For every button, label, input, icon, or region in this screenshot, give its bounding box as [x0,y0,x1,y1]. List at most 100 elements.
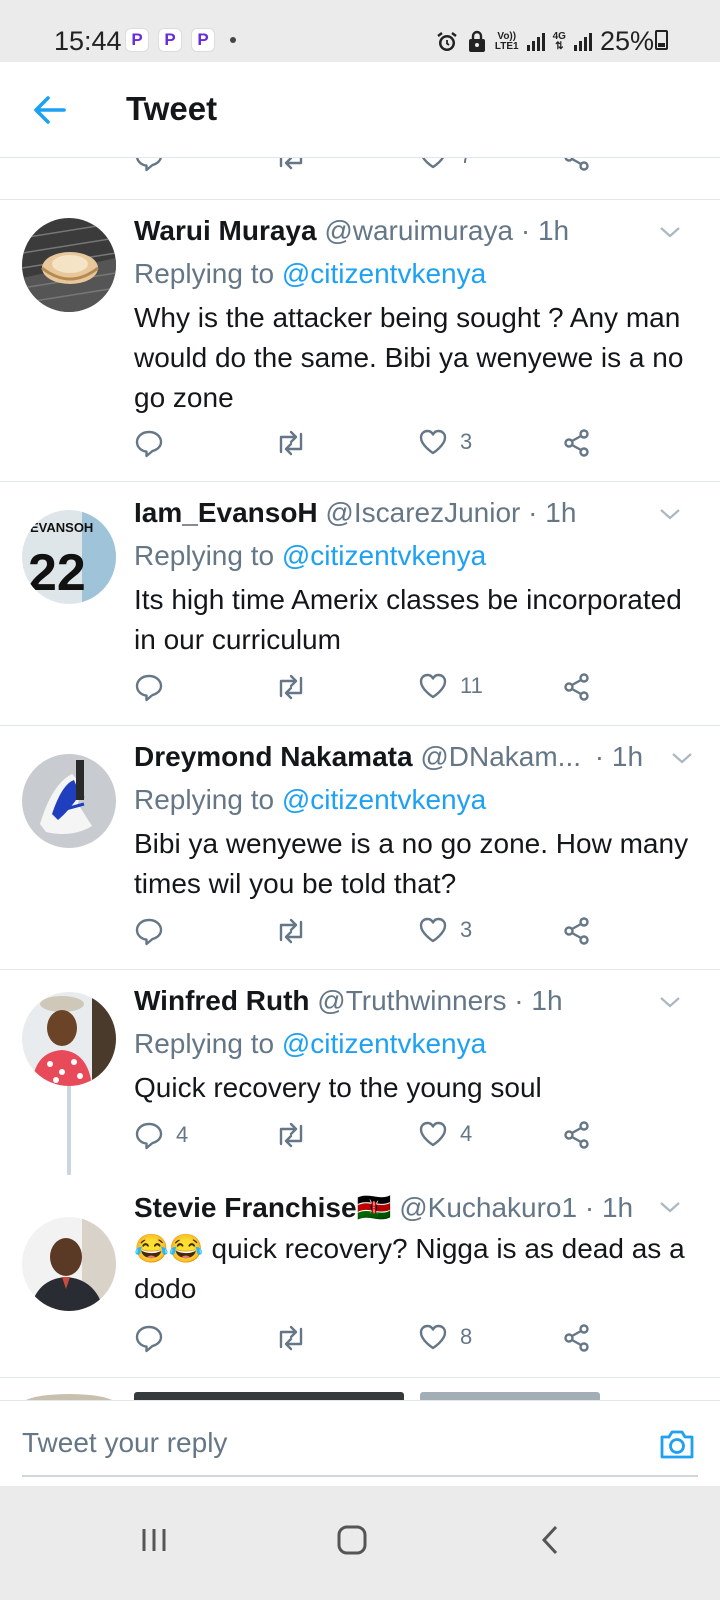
share-icon [564,1324,589,1352]
chevron-down-icon[interactable] [658,224,682,240]
mention-link[interactable]: @citizentvkenya [282,258,486,289]
avatar[interactable] [22,1217,116,1311]
reply-button[interactable]: 4 [134,1120,188,1150]
reply-button[interactable] [134,1323,176,1353]
status-time: 15:44 [54,26,122,56]
retweet-button[interactable] [274,1120,308,1150]
avatar[interactable]: EVANSOH 22 [22,510,116,604]
share-button[interactable] [562,428,592,458]
retweet-icon [279,430,303,456]
tweet-header: Warui Muraya @waruimuraya · 1h [134,215,570,246]
reply-tweet[interactable]: Dreymond Nakamata @DNakam... · 1h Replyi… [0,726,720,970]
tweet-body: Warui Muraya @waruimuraya · 1h Replying … [134,214,690,418]
retweet-icon [279,674,303,700]
share-icon [564,429,589,457]
display-name[interactable]: Stevie Franchise [134,1192,357,1223]
share-icon [564,673,589,701]
retweet-button[interactable] [274,428,308,458]
reply-button[interactable] [134,428,176,458]
page-title: Tweet [126,90,218,127]
like-button[interactable]: 3 [418,428,472,456]
avatar[interactable] [22,754,116,848]
heart-icon [419,429,447,455]
reply-icon [135,1122,163,1150]
arrow-left-icon[interactable] [30,92,70,128]
reply-tweet[interactable]: EVANSOH 22 Iam_EvansoH @IscarezJunior · … [0,482,720,726]
mention-link[interactable]: @citizentvkenya [282,784,486,815]
display-name[interactable]: Iam_EvansoH [134,497,318,528]
mention-link[interactable]: @citizentvkenya [282,1028,486,1059]
reply-tweet[interactable]: Stevie Franchise🇰🇪 @Kuchakuro1 · 1h 😂😂 q… [0,1175,720,1378]
mention-link[interactable]: @citizentvkenya [282,540,486,571]
display-name[interactable]: Warui Muraya [134,215,317,246]
user-handle[interactable]: @DNakam... [420,741,581,772]
back-chevron-icon [541,1525,558,1555]
retweet-button[interactable] [274,916,308,946]
avatar[interactable] [22,992,116,1086]
home-icon [337,1525,367,1555]
camera-icon[interactable] [658,1427,696,1461]
like-button[interactable]: 8 [418,1323,472,1351]
reply-composer [0,1400,720,1486]
retweet-icon [279,1122,303,1148]
tweet-body: Iam_EvansoH @IscarezJunior · 1h Replying… [134,496,690,660]
chevron-down-icon[interactable] [658,506,682,522]
tweet-time: 1h [531,985,563,1016]
reply-icon [136,158,162,172]
reply-tweet[interactable]: Winfred Ruth @Truthwinners · 1h Replying… [0,970,720,1180]
share-button[interactable] [562,1323,592,1353]
volte-indicator: Vo)) LTE1 [494,30,519,52]
display-name[interactable]: Winfred Ruth [134,985,310,1016]
like-button[interactable]: 3 [418,916,472,944]
reply-button[interactable] [134,158,164,172]
avatar[interactable] [22,218,116,312]
chevron-down-icon[interactable] [658,994,682,1010]
recent-apps-button[interactable] [114,1510,194,1570]
reply-input-wrap [22,1401,698,1477]
share-button[interactable] [562,672,592,702]
signal-icon [526,32,545,51]
replying-to: Replying to @citizentvkenya [134,1028,487,1059]
heart-icon [419,673,447,699]
chevron-down-icon[interactable] [670,750,694,766]
svg-text:22: 22 [28,544,86,602]
retweet-button[interactable] [274,672,308,702]
retweet-icon [279,918,303,944]
user-handle[interactable]: @Kuchakuro1 [399,1192,577,1223]
like-button[interactable]: 4 [418,1120,472,1148]
retweet-button[interactable] [274,158,308,172]
tweet-header: Stevie Franchise🇰🇪 @Kuchakuro1 · 1h [134,1192,634,1223]
tweet-text: Quick recovery to the young soul [134,1072,542,1103]
user-handle[interactable]: @IscarezJunior [325,497,520,528]
like-button[interactable]: 7 [418,158,472,170]
battery-icon [655,30,668,50]
lock-status-icon [468,30,485,52]
share-button[interactable] [562,916,592,946]
reply-button[interactable] [134,672,176,702]
laughing-emoji: 😂😂 [134,1233,204,1264]
home-button[interactable] [312,1510,392,1570]
reply-input[interactable] [22,1423,602,1463]
user-handle[interactable]: @waruimuraya [324,215,513,246]
next-tweet-peek [0,1378,720,1400]
previous-tweet-actions: 7 [0,158,720,200]
back-button[interactable] [510,1510,590,1570]
tweet-text: Its high time Amerix classes be incorpor… [134,584,682,655]
like-button[interactable]: 11 [418,672,483,700]
share-button[interactable] [562,158,592,172]
chevron-down-icon[interactable] [658,1199,682,1215]
svg-text:EVANSOH: EVANSOH [30,520,93,535]
tweet-header: Winfred Ruth @Truthwinners · 1h [134,985,563,1016]
user-handle[interactable]: @Truthwinners [317,985,506,1016]
retweet-button[interactable] [274,1323,308,1353]
share-button[interactable] [562,1120,592,1150]
reply-tweet[interactable]: Warui Muraya @waruimuraya · 1h Replying … [0,200,720,482]
like-count: 4 [460,1121,473,1146]
reply-icon [135,430,163,458]
like-count: 3 [460,429,473,454]
display-name[interactable]: Dreymond Nakamata [134,741,413,772]
top-app-bar: Tweet [0,62,720,158]
tweet-body: Winfred Ruth @Truthwinners · 1h Replying… [134,984,690,1108]
more-notifications-dot-icon [230,37,236,43]
reply-button[interactable] [134,916,176,946]
